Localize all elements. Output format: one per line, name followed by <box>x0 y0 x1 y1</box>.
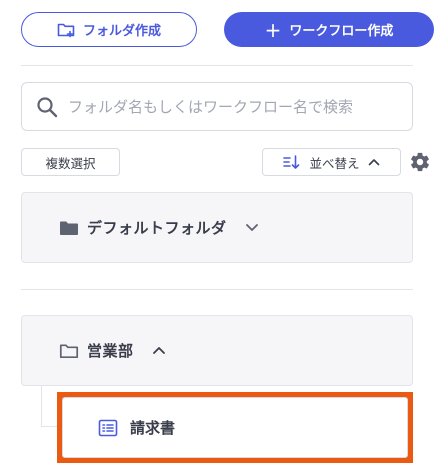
create-workflow-label: ワークフロー作成 <box>289 24 394 39</box>
create-folder-button[interactable]: フォルダ作成 <box>21 12 197 47</box>
search-box[interactable] <box>21 82 413 131</box>
folder-filled-icon <box>60 221 78 235</box>
search-icon <box>37 96 58 117</box>
sort-icon <box>283 155 300 169</box>
folder-sales[interactable]: 営業部 <box>21 315 413 386</box>
chevron-down-icon[interactable] <box>245 223 259 232</box>
folder-divider <box>21 289 413 290</box>
multi-select-label: 複数選択 <box>45 155 96 171</box>
search-input[interactable] <box>68 97 412 116</box>
folder-sales-label: 営業部 <box>87 342 134 360</box>
multi-select-button[interactable]: 複数選択 <box>21 148 120 176</box>
folder-add-icon <box>57 23 75 37</box>
workflow-item-body[interactable]: 請求書 <box>62 397 408 458</box>
chevron-up-icon <box>368 159 379 166</box>
gear-icon[interactable] <box>409 151 431 173</box>
create-workflow-button[interactable]: + ワークフロー作成 <box>224 12 434 47</box>
sort-button[interactable]: 並べ替え <box>262 148 401 176</box>
folder-outline-icon <box>59 343 79 358</box>
workflow-item[interactable]: 請求書 <box>57 392 413 463</box>
sort-label: 並べ替え <box>309 155 360 171</box>
create-folder-label: フォルダ作成 <box>82 24 161 39</box>
workflow-item-label: 請求書 <box>130 419 176 437</box>
folder-default[interactable]: デフォルトフォルダ <box>21 192 413 263</box>
folder-default-label: デフォルトフォルダ <box>87 219 227 237</box>
chevron-up-icon[interactable] <box>152 346 166 355</box>
plus-icon: + <box>264 17 282 42</box>
list-document-icon <box>98 419 118 436</box>
top-divider <box>21 65 413 66</box>
